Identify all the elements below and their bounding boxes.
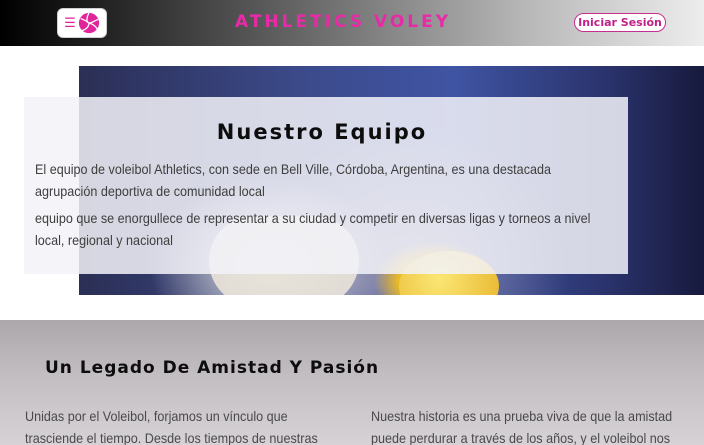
top-navbar: ☰ ATHLETICS VOLEY Iniciar Sesión xyxy=(0,0,704,46)
legacy-right-text: Nuestra historia es una prueba viva de q… xyxy=(371,408,673,445)
section-title: Nuestro Equipo xyxy=(216,120,428,144)
hero-paragraph: El equipo de voleibol Athletics, con sed… xyxy=(35,161,552,199)
brand-title[interactable]: ATHLETICS VOLEY xyxy=(235,12,451,32)
hamburger-icon: ☰ xyxy=(64,15,76,31)
legacy-left-text: Unidas por el Voleibol, forjamos un vínc… xyxy=(25,408,318,445)
volleyball-icon xyxy=(78,12,99,34)
menu-button[interactable]: ☰ xyxy=(57,8,107,38)
hero-paragraph: equipo que se enorgullece de representar… xyxy=(35,210,591,248)
login-button[interactable]: Iniciar Sesión xyxy=(574,13,666,32)
legacy-title: Un Legado De Amistad Y Pasión xyxy=(45,358,380,378)
